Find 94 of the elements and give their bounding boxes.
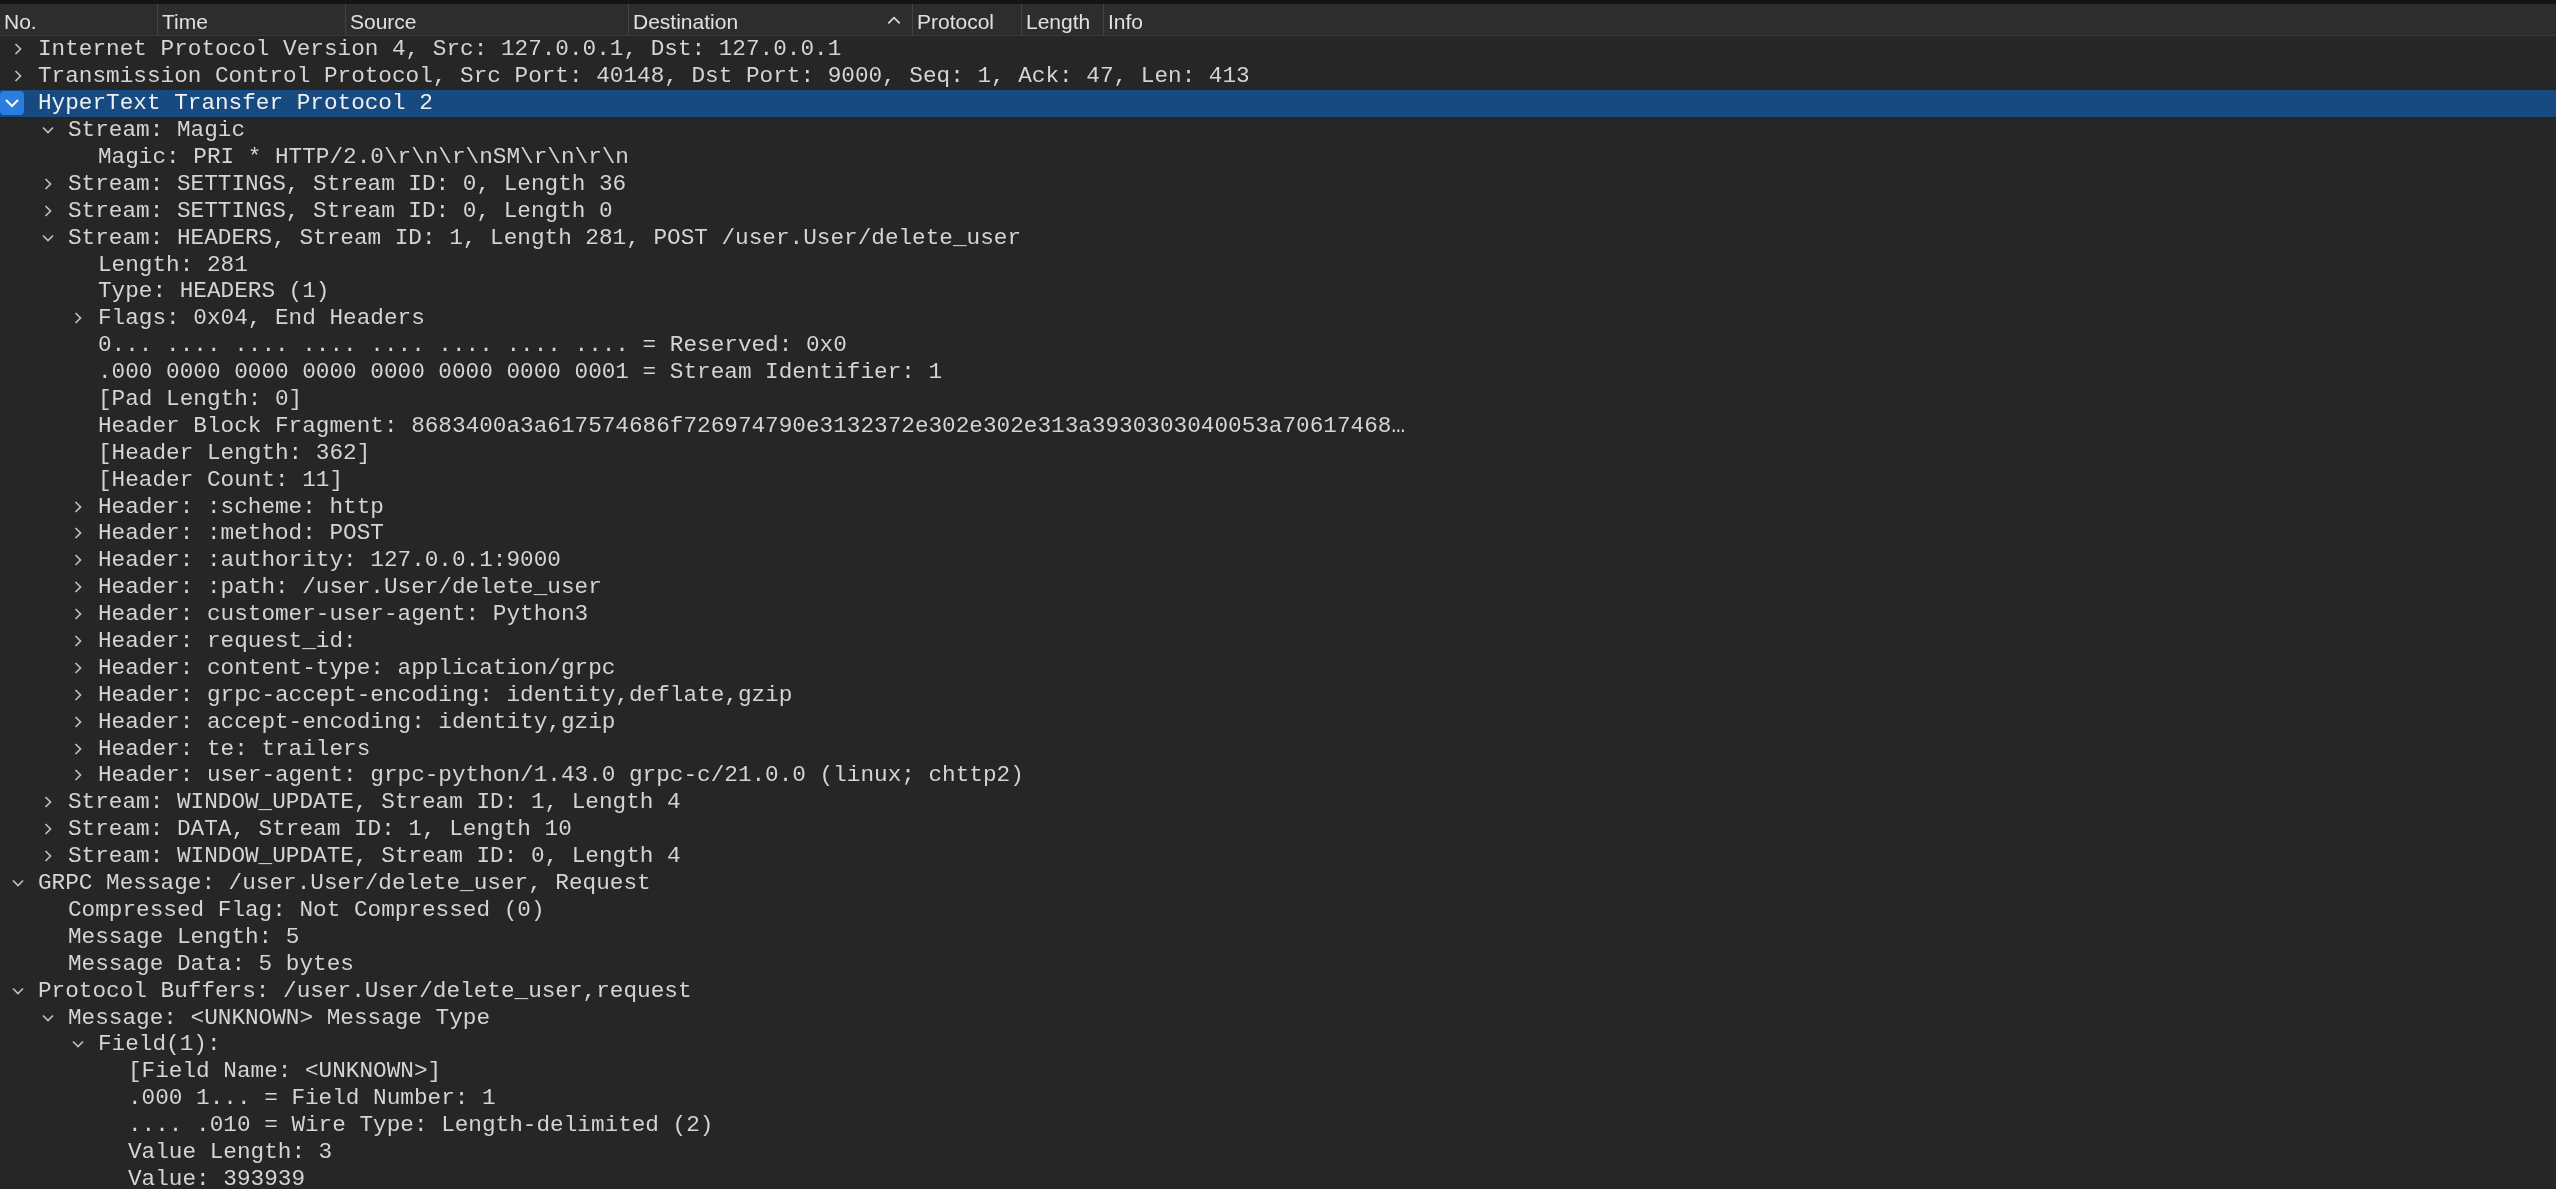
tree-item-text: Compressed Flag: Not Compressed (0) — [68, 896, 545, 923]
tree-item-text: Type: HEADERS (1) — [98, 278, 330, 305]
tree-row[interactable]: [Header Length: 362] — [0, 439, 2556, 467]
tree-item-text: [Pad Length: 0] — [98, 386, 303, 412]
tree-item-text: Header: request_id: — [98, 628, 357, 655]
tree-item-text: Protocol Buffers: /user.User/delete_user,request — [38, 977, 692, 1004]
tree-item-text: GRPC Message: /user.User/delete_user, Request — [38, 870, 651, 897]
tree-row[interactable]: Header: :path: /user.User/delete_user — [0, 573, 2556, 601]
tree-item-text: Header: :authority: 127.0.0.1:9000 — [98, 547, 561, 574]
tree-item-text: .... .010 = Wire Type: Length-delimited (2) — [128, 1112, 714, 1139]
tree-item-text: Stream: SETTINGS, Stream ID: 0, Length 0 — [68, 197, 613, 224]
tree-row[interactable]: Type: HEADERS (1) — [0, 278, 2556, 305]
tree-item-text: Header: :method: POST — [98, 520, 384, 547]
tree-item-text: Stream: Magic — [68, 117, 245, 144]
tree-row[interactable]: Header: accept-encoding: identity,gzip — [0, 708, 2556, 736]
tree-item-text: Header: grpc-accept-encoding: identity,deflate,gzip — [98, 681, 793, 708]
column-header[interactable]: Protocol — [913, 4, 1022, 35]
tree-row[interactable]: Transmission Control Protocol, Src Port: 40148, Dst Port: 9000, Seq: 1, Ack: 47, Len: 413 — [0, 62, 2556, 90]
column-header[interactable]: Time — [158, 4, 346, 35]
tree-item-text: Message: <UNKNOWN> Message Type — [68, 1004, 491, 1031]
tree-row[interactable]: GRPC Message: /user.User/delete_user, Request — [0, 869, 2556, 897]
tree-row[interactable]: Stream: Magic — [0, 116, 2556, 144]
tree-row[interactable]: [Field Name: <UNKNOWN>] — [0, 1057, 2556, 1085]
tree-row[interactable]: Flags: 0x04, End Headers — [0, 304, 2556, 332]
tree-item-text: Header: accept-encoding: identity,gzip — [98, 708, 616, 735]
tree-item-text: HyperText Transfer Protocol 2 — [38, 90, 433, 117]
tree-row[interactable]: Length: 281 — [0, 251, 2556, 278]
tree-row[interactable]: Message Data: 5 bytes — [0, 950, 2556, 978]
column-header[interactable]: Source — [346, 4, 629, 35]
tree-row[interactable]: HyperText Transfer Protocol 2 — [0, 89, 2556, 117]
tree-row[interactable]: .000 0000 0000 0000 0000 0000 0000 0001 = Stream Identifier: 1 — [0, 358, 2556, 386]
tree-row[interactable]: Header: :method: POST — [0, 520, 2556, 547]
tree-row[interactable]: Protocol Buffers: /user.User/delete_user,request — [0, 977, 2556, 1005]
tree-item-text: Stream: HEADERS, Stream ID: 1, Length 281, POST /user.User/delete_user — [68, 224, 1022, 251]
tree-item-text: Stream: DATA, Stream ID: 1, Length 10 — [68, 816, 572, 843]
tree-row[interactable]: Header: grpc-accept-encoding: identity,deflate,gzip — [0, 681, 2556, 709]
tree-row[interactable]: [Pad Length: 0] — [0, 385, 2556, 413]
tree-row[interactable]: .... .010 = Wire Type: Length-delimited (2) — [0, 1111, 2556, 1139]
tree-row[interactable]: .000 1... = Field Number: 1 — [0, 1084, 2556, 1112]
tree-item-text: .000 1... = Field Number: 1 — [128, 1085, 496, 1112]
tree-item-text: [Field Name: <UNKNOWN>] — [128, 1058, 442, 1085]
tree-row[interactable]: Stream: DATA, Stream ID: 1, Length 10 — [0, 815, 2556, 843]
column-header[interactable]: Length — [1022, 4, 1104, 35]
tree-item-text: Header: content-type: application/grpc — [98, 654, 616, 681]
tree-item-text: [Header Length: 362] — [98, 439, 371, 466]
tree-row[interactable]: [Header Count: 11] — [0, 466, 2556, 494]
tree-item-text: 0... .... .... .... .... .... .... .... = Reserved: 0x0 — [98, 332, 847, 359]
tree-row[interactable]: Stream: WINDOW_UPDATE, Stream ID: 1, Length 4 — [0, 788, 2556, 816]
tree-row[interactable]: Header: :scheme: http — [0, 493, 2556, 521]
tree-row[interactable]: Header: te: trailers — [0, 735, 2556, 763]
tree-item-text: [Header Count: 11] — [98, 466, 344, 493]
tree-item-text: Message Length: 5 — [68, 923, 300, 950]
tree-row[interactable]: Magic: PRI * HTTP/2.0\r\n\r\nSM\r\n\r\n — [0, 143, 2556, 171]
tree-row[interactable]: Header Block Fragment: 8683400a3a617574686f726974790e3132372e302e302e313a3930303040053a70617468… — [0, 412, 2556, 440]
tree-item-text: Magic: PRI * HTTP/2.0\r\n\r\nSM\r\n\r\n — [98, 144, 629, 170]
tree-item-text: Header Block Fragment: 8683400a3a617574686f726974790e3132372e302e302e313a3930303040053a70617468… — [98, 412, 1405, 439]
chevron-down-icon[interactable] — [0, 91, 24, 116]
tree-item-text: Flags: 0x04, End Headers — [98, 305, 425, 332]
tree-item-text: Stream: SETTINGS, Stream ID: 0, Length 36 — [68, 170, 627, 197]
tree-item-text: Stream: WINDOW_UPDATE, Stream ID: 0, Length 4 — [68, 843, 681, 870]
tree-item-text: Internet Protocol Version 4, Src: 127.0.0.1, Dst: 127.0.0.1 — [38, 36, 842, 63]
tree-item-text: Value Length: 3 — [128, 1138, 333, 1165]
tree-row[interactable]: 0... .... .... .... .... .... .... .... = Reserved: 0x0 — [0, 331, 2556, 359]
tree-row[interactable]: Message Length: 5 — [0, 923, 2556, 951]
tree-row[interactable]: Stream: WINDOW_UPDATE, Stream ID: 0, Length 4 — [0, 842, 2556, 870]
column-header[interactable]: Destination — [629, 4, 913, 35]
tree-row[interactable]: Message: <UNKNOWN> Message Type — [0, 1004, 2556, 1031]
tree-row[interactable]: Field(1): — [0, 1030, 2556, 1058]
tree-row[interactable]: Header: content-type: application/grpc — [0, 654, 2556, 682]
tree-item-text: Header: :scheme: http — [98, 493, 384, 520]
tree-row[interactable]: Value Length: 3 — [0, 1138, 2556, 1166]
tree-row[interactable]: Stream: HEADERS, Stream ID: 1, Length 281, POST /user.User/delete_user — [0, 224, 2556, 252]
tree-row[interactable]: Stream: SETTINGS, Stream ID: 0, Length 36 — [0, 170, 2556, 198]
tree-item-text: Value: 393939 — [128, 1165, 305, 1189]
tree-row[interactable]: Header: user-agent: grpc-python/1.43.0 grpc-c/21.0.0 (linux; chttp2) — [0, 762, 2556, 789]
tree-row[interactable]: Value: 393939 — [0, 1165, 2556, 1189]
tree-item-text: Field(1): — [98, 1031, 221, 1058]
tree-row[interactable]: Header: :authority: 127.0.0.1:9000 — [0, 546, 2556, 574]
tree-item-text: Header: :path: /user.User/delete_user — [98, 574, 602, 601]
tree-row[interactable]: Header: customer-user-agent: Python3 — [0, 600, 2556, 628]
column-header[interactable]: Info — [1104, 4, 2556, 35]
tree-row[interactable]: Stream: SETTINGS, Stream ID: 0, Length 0 — [0, 197, 2556, 225]
tree-item-text: Header: te: trailers — [98, 735, 371, 762]
tree-item-text: Length: 281 — [98, 251, 248, 278]
tree-item-text: Message Data: 5 bytes — [68, 950, 354, 977]
tree-row[interactable]: Header: request_id: — [0, 627, 2556, 655]
tree-item-text: Header: customer-user-agent: Python3 — [98, 601, 589, 628]
column-header[interactable]: No. — [0, 4, 158, 35]
tree-row[interactable]: Internet Protocol Version 4, Src: 127.0.0.1, Dst: 127.0.0.1 — [0, 36, 2556, 63]
tree-item-text: Stream: WINDOW_UPDATE, Stream ID: 1, Length 4 — [68, 789, 681, 816]
tree-item-text: Header: user-agent: grpc-python/1.43.0 grpc-c/21.0.0 (linux; chttp2) — [98, 762, 1024, 789]
tree-row[interactable]: Compressed Flag: Not Compressed (0) — [0, 896, 2556, 924]
tree-item-text: .000 0000 0000 0000 0000 0000 0000 0001 = Stream Identifier: 1 — [98, 359, 943, 386]
tree-item-text: Transmission Control Protocol, Src Port: 40148, Dst Port: 9000, Seq: 1, Ack: 47, Len: 413 — [38, 63, 1250, 90]
